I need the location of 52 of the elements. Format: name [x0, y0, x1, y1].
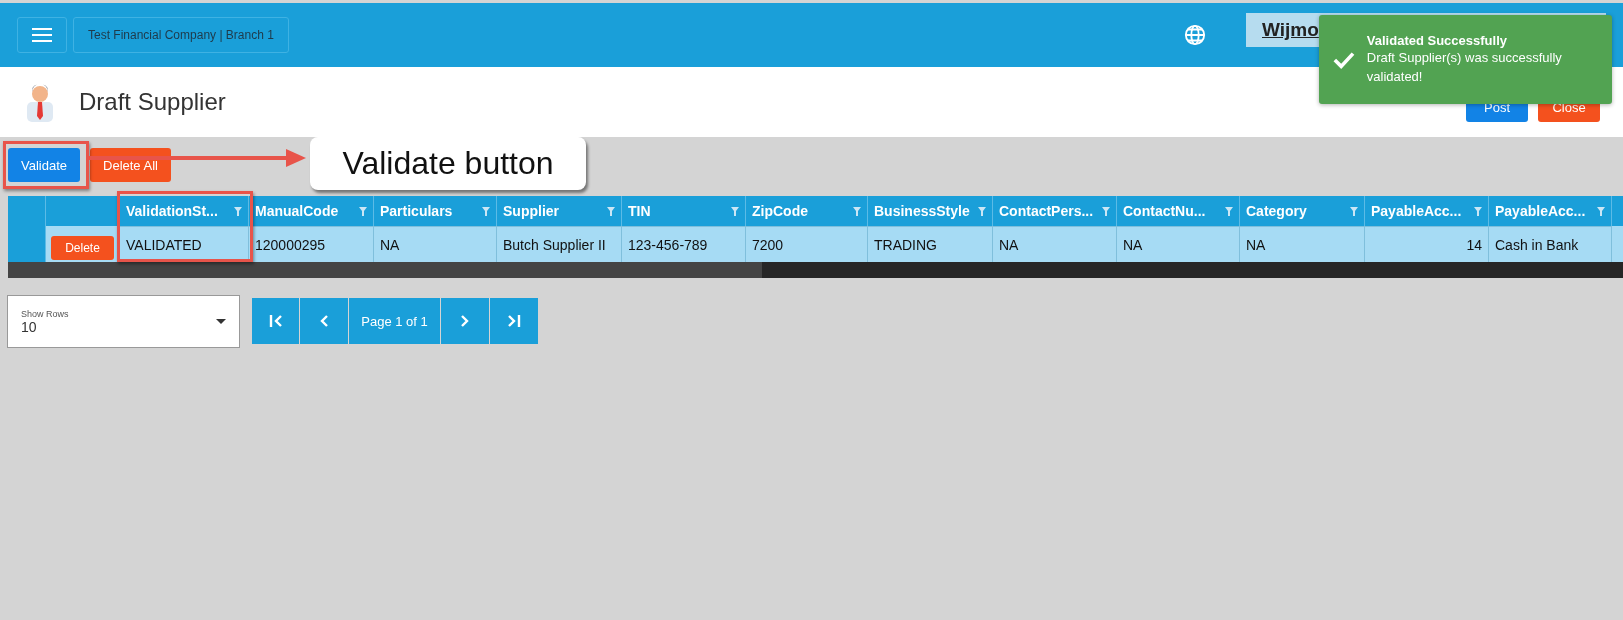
- next-page-button[interactable]: [441, 298, 490, 344]
- callout-label: Validate button: [310, 137, 586, 190]
- last-page-button[interactable]: [490, 298, 539, 344]
- page-title: Draft Supplier: [79, 88, 226, 116]
- last-page-icon: [507, 315, 521, 327]
- column-header[interactable]: TIN: [622, 196, 746, 226]
- column-header[interactable]: Category: [1240, 196, 1365, 226]
- filter-icon[interactable]: [978, 206, 986, 216]
- filter-icon[interactable]: [359, 206, 367, 216]
- user-name: Wijmo: [1262, 19, 1319, 41]
- column-header[interactable]: PayableAcc...: [1365, 196, 1489, 226]
- check-icon: [1333, 50, 1355, 69]
- delete-button[interactable]: Delete: [51, 236, 114, 260]
- filter-icon[interactable]: [1474, 206, 1482, 216]
- globe-icon[interactable]: [1184, 24, 1206, 46]
- column-header[interactable]: Supplier: [497, 196, 622, 226]
- menu-button[interactable]: [17, 17, 67, 53]
- first-page-icon: [268, 315, 283, 327]
- column-header[interactable]: ManualCode: [249, 196, 374, 226]
- company-button[interactable]: Test Financial Company | Branch 1: [73, 17, 289, 53]
- column-header[interactable]: ValidationSt...: [120, 196, 249, 226]
- previous-page-button[interactable]: [300, 298, 349, 344]
- filter-icon[interactable]: [1350, 206, 1358, 216]
- dropdown-caret-icon: [216, 319, 226, 324]
- chevron-right-icon: [461, 315, 469, 327]
- column-header[interactable]: PayableAcc...: [1489, 196, 1612, 226]
- filter-icon[interactable]: [853, 206, 861, 216]
- filter-icon[interactable]: [1597, 206, 1605, 216]
- first-page-button[interactable]: [252, 298, 300, 344]
- filter-icon[interactable]: [731, 206, 739, 216]
- filter-icon[interactable]: [1102, 206, 1110, 216]
- scrollbar[interactable]: [8, 262, 1623, 278]
- chevron-left-icon: [320, 315, 328, 327]
- person-icon: [25, 82, 55, 122]
- column-header[interactable]: ZipCode: [746, 196, 868, 226]
- filter-icon[interactable]: [482, 206, 490, 216]
- column-header[interactable]: BusinessStyle: [868, 196, 993, 226]
- select-label: Show Rows: [21, 308, 70, 319]
- page-indicator: Page 1 of 1: [349, 298, 441, 344]
- filter-icon[interactable]: [607, 206, 615, 216]
- row-header[interactable]: [8, 226, 46, 262]
- toast-title: Validated Successfully: [1366, 33, 1508, 48]
- select-value: 10: [21, 318, 38, 335]
- filter-icon[interactable]: [1225, 206, 1233, 216]
- column-header[interactable]: ContactPers...: [993, 196, 1117, 226]
- column-header[interactable]: Particulars: [374, 196, 497, 226]
- filter-icon[interactable]: [234, 206, 242, 216]
- column-header[interactable]: ContactNu...: [1117, 196, 1240, 226]
- validate-button[interactable]: Validate: [8, 148, 80, 182]
- menu-icon: [32, 28, 52, 42]
- show-rows-select[interactable]: Show Rows 10: [7, 295, 240, 348]
- toast-message: Draft Supplier(s) was successfully validated!: [1366, 49, 1563, 86]
